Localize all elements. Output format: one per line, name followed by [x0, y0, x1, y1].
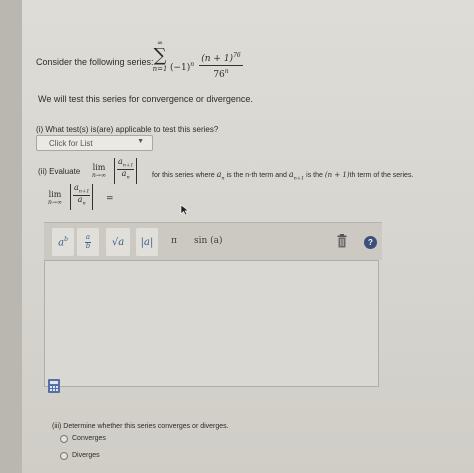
power-icon: ab [58, 236, 68, 248]
second-abs-bars: an+1 an [70, 183, 94, 210]
dropdown-value: Click for List [49, 139, 93, 148]
pi-button[interactable]: π [171, 236, 177, 246]
part-i-question: (i) What test(s) is(are) applicable to t… [36, 125, 219, 134]
series-sum: ∞ ∑ n=1 [150, 39, 170, 74]
sigma-icon: ∑ [153, 45, 167, 66]
n-plus-1: (n + 1) [324, 171, 350, 179]
sum-lower-limit: n=1 [152, 65, 168, 73]
term-denominator: 76n [199, 66, 243, 81]
math-toolbar: ab a b √a |a| π sin (a) [44, 222, 382, 260]
sqrt-button[interactable]: √a [106, 228, 130, 256]
answer-input-area[interactable] [44, 260, 379, 387]
limit-expression: lim n→∞ [87, 163, 111, 179]
term-numerator: (n + 1)76 [199, 50, 243, 66]
sign-exponent: n [190, 61, 195, 68]
second-ratio-fraction: an+1 an [73, 183, 91, 210]
second-ratio-denominator: an [78, 195, 86, 207]
option-converges-label: Converges [72, 435, 106, 442]
test-dropdown[interactable]: Click for List ▼ [36, 135, 153, 151]
sqrt-icon: √a [111, 236, 125, 248]
part-ii-label: (ii) Evaluate [38, 167, 81, 176]
sign-factor: (−1)n [170, 61, 194, 73]
term-denominator-exponent: n [224, 68, 229, 75]
second-lim-text: lim [48, 190, 62, 199]
lim-text: lim [92, 163, 106, 172]
power-button[interactable]: ab [52, 228, 74, 256]
calculator-icon[interactable] [48, 379, 60, 393]
a-n-sub: n [221, 175, 225, 182]
term-numerator-base: (n + 1) [201, 54, 234, 64]
second-limit: lim n→∞ [42, 190, 68, 206]
a-n1: an+1 [289, 170, 305, 182]
explain-3: is the [306, 172, 323, 179]
option-diverges-label: Diverges [72, 452, 100, 459]
sign-factor-base: (−1) [170, 63, 191, 73]
a-n: an [217, 170, 225, 182]
fraction-bottom: b [85, 241, 91, 250]
chevron-down-icon: ▼ [137, 138, 144, 145]
explain-2: is the n-th term and [226, 172, 287, 179]
part-ii-explanation: for this series where an is the n-th ter… [152, 170, 413, 182]
second-ratio-num-sub: n+1 [78, 188, 90, 195]
ratio-abs: an+1 an [114, 157, 138, 184]
fraction-icon: a b [84, 233, 92, 250]
intro-text: Consider the following series: [36, 57, 154, 67]
ratio-num-sub: n+1 [122, 162, 134, 169]
part-iii-question: (iii) Determine whether this series conv… [52, 423, 229, 430]
radio-diverges[interactable] [60, 452, 68, 460]
radio-converges[interactable] [60, 435, 68, 443]
term-numerator-exponent: 76 [233, 52, 241, 59]
second-lim-subscript: n→∞ [48, 199, 62, 206]
series-term-fraction: (n + 1)76 76n [199, 50, 243, 81]
calculator-glyph [50, 381, 58, 391]
lim-subscript: n→∞ [92, 172, 106, 179]
equals-sign: = [106, 194, 114, 204]
sin-button[interactable]: sin (a) [194, 236, 223, 246]
a-n1-sub: n+1 [293, 175, 305, 182]
instruction-text: We will test this series for convergence… [38, 94, 253, 104]
ratio-fraction: an+1 an [117, 157, 135, 184]
explain-4: th term of the series. [349, 172, 414, 179]
ratio-denominator: an [122, 169, 130, 181]
power-exp: b [64, 235, 68, 243]
term-denominator-base: 76 [213, 70, 225, 80]
second-ratio-den-sub: n [82, 200, 86, 207]
help-button[interactable]: ? [364, 236, 377, 249]
mouse-pointer-icon [180, 204, 190, 216]
abs-bars: an+1 an [114, 157, 138, 184]
fraction-button[interactable]: a b [77, 228, 99, 256]
abs-value-icon: |a| [140, 236, 154, 248]
trash-icon[interactable] [337, 234, 347, 248]
explain-1: for this series where [152, 172, 215, 179]
ratio-den-sub: n [126, 174, 130, 181]
abs-value-button[interactable]: |a| [136, 228, 158, 256]
second-ratio-abs: an+1 an [70, 183, 94, 210]
